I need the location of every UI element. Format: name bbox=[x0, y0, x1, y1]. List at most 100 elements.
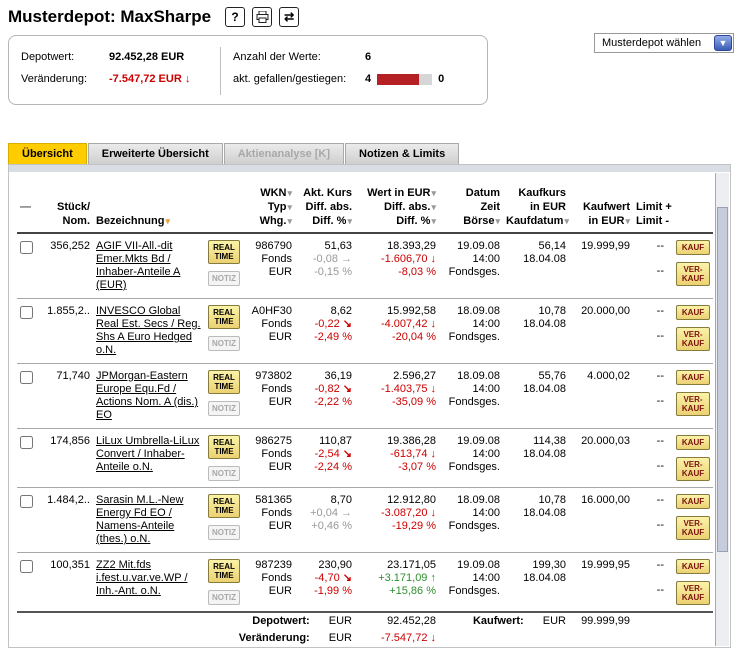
sort-arrow-icon[interactable]: ▾ bbox=[495, 216, 500, 226]
kaufwert-cell: 20.000,03 bbox=[569, 428, 633, 488]
position-link[interactable]: INVESCO Global Real Est. Secs / Reg. Shs… bbox=[96, 305, 201, 356]
datum-cell: 18.09.08 14:00 Fondsges. bbox=[439, 487, 503, 553]
depot-select[interactable]: Musterdepot wählen ▼ bbox=[594, 33, 734, 53]
wkn-cell: 581365 Fonds EUR bbox=[245, 487, 295, 553]
tab-notizen-limits[interactable]: Notizen & Limits bbox=[345, 143, 460, 164]
column-header-datum[interactable]: Datum Zeit Börse▾ bbox=[439, 184, 503, 234]
chevron-down-icon[interactable]: ▼ bbox=[714, 35, 732, 51]
row-checkbox[interactable] bbox=[20, 495, 33, 508]
column-header-name[interactable]: Bezeichnung▾ bbox=[93, 184, 205, 234]
kaufkurs-cell: 10,78 18.04.08 bbox=[503, 487, 569, 553]
kauf-button[interactable]: KAUF bbox=[676, 494, 710, 509]
column-header-btn bbox=[205, 184, 245, 234]
header-label: Kaufwert bbox=[582, 201, 630, 213]
sort-arrow-icon[interactable]: ▾ bbox=[625, 216, 630, 226]
quantity-cell: 1.855,2.. bbox=[41, 298, 93, 364]
tab-erweiterte-uebersicht[interactable]: Erweiterte Übersicht bbox=[87, 143, 223, 164]
notiz-button[interactable]: NOTIZ bbox=[208, 590, 240, 605]
verkauf-button[interactable]: VER- KAUF bbox=[676, 457, 710, 481]
column-header-wert[interactable]: Wert in EUR▾ Diff. abs.▾ Diff. %▾ bbox=[355, 184, 439, 234]
kaufwert-cell: 19.999,99 bbox=[569, 233, 633, 299]
realtime-button[interactable]: REAL TIME bbox=[208, 494, 240, 518]
position-link[interactable]: JPMorgan-Eastern Europe Equ.Fd / Actions… bbox=[96, 370, 198, 421]
sort-arrow-icon[interactable]: ▾ bbox=[287, 216, 292, 226]
name-cell: JPMorgan-Eastern Europe Equ.Fd / Actions… bbox=[93, 363, 205, 429]
wkn-cell: A0HF30 Fonds EUR bbox=[245, 298, 295, 364]
position-link[interactable]: AGIF VII-All.-dit Emer.Mkts Bd / Inhaber… bbox=[96, 240, 180, 291]
notiz-button[interactable]: NOTIZ bbox=[208, 336, 240, 351]
anzahl-label: Anzahl der Werte: bbox=[233, 51, 321, 63]
sort-arrow-icon[interactable]: ▾ bbox=[347, 216, 352, 226]
refresh-icon[interactable]: ⇄ bbox=[279, 7, 300, 27]
kauf-button[interactable]: KAUF bbox=[676, 305, 710, 320]
column-header-kaufwert[interactable]: Kaufwert in EUR▾ bbox=[569, 184, 633, 234]
verkauf-button[interactable]: VER- KAUF bbox=[676, 516, 710, 540]
trend-arrow-icon: ↘ bbox=[342, 318, 352, 330]
position-link[interactable]: Sarasin M.L.-New Energy Fd EO / Namens-A… bbox=[96, 494, 183, 545]
notiz-button[interactable]: NOTIZ bbox=[208, 525, 240, 540]
kaufwert-cell: 19.999,95 bbox=[569, 552, 633, 613]
tab-uebersicht[interactable]: Übersicht bbox=[8, 143, 87, 164]
kauf-button[interactable]: KAUF bbox=[676, 370, 710, 385]
bar-grey-segment bbox=[419, 73, 433, 85]
row-checkbox[interactable] bbox=[20, 560, 33, 573]
realtime-button[interactable]: REAL TIME bbox=[208, 240, 240, 264]
vertical-scrollbar[interactable] bbox=[715, 173, 729, 646]
column-header-kurs[interactable]: Akt. Kurs Diff. abs. Diff. %▾ bbox=[295, 184, 355, 234]
verkauf-button[interactable]: VER- KAUF bbox=[676, 327, 710, 351]
scrollbar-thumb[interactable] bbox=[717, 207, 728, 552]
order-buttons-cell: KAUF VER- KAUF bbox=[667, 298, 713, 364]
realtime-button[interactable]: REAL TIME bbox=[208, 370, 240, 394]
realtime-button[interactable]: REAL TIME bbox=[208, 435, 240, 459]
notiz-button[interactable]: NOTIZ bbox=[208, 271, 240, 286]
printer-glyph bbox=[256, 11, 269, 23]
kaufkurs-cell: 10,78 18.04.08 bbox=[503, 298, 569, 364]
sort-arrow-icon[interactable]: ▾ bbox=[564, 216, 569, 226]
row-checkbox[interactable] bbox=[20, 371, 33, 384]
row-checkbox[interactable] bbox=[20, 241, 33, 254]
realtime-button[interactable]: REAL TIME bbox=[208, 305, 240, 329]
notiz-button[interactable]: NOTIZ bbox=[208, 401, 240, 416]
sort-arrow-icon[interactable]: ▾ bbox=[287, 188, 292, 198]
print-icon[interactable] bbox=[252, 7, 273, 27]
kauf-button[interactable]: KAUF bbox=[676, 559, 710, 574]
header-label: Bezeichnung bbox=[96, 215, 165, 227]
table-row: 1.855,2.. INVESCO Global Real Est. Secs … bbox=[17, 298, 713, 364]
column-header-kaufkurs[interactable]: Kaufkurs in EUR Kaufdatum▾ bbox=[503, 184, 569, 234]
wert-cell: 2.596,27 -1.403,75 ↓ -35,09 % bbox=[355, 363, 439, 429]
name-cell: INVESCO Global Real Est. Secs / Reg. Shs… bbox=[93, 298, 205, 364]
sort-arrow-icon[interactable]: ▾ bbox=[431, 216, 436, 226]
help-icon[interactable]: ? bbox=[225, 7, 246, 27]
realtime-button[interactable]: REAL TIME bbox=[208, 559, 240, 583]
tab-aktienanalyse: Aktienanalyse [K] bbox=[223, 143, 345, 164]
sort-arrow-icon[interactable]: ▾ bbox=[287, 202, 292, 212]
veraenderung-value: -7.547,72 EUR ↓ bbox=[109, 73, 191, 85]
trend-arrow-icon: ↘ bbox=[342, 572, 352, 584]
notiz-button[interactable]: NOTIZ bbox=[208, 466, 240, 481]
header-label: Diff. abs. bbox=[384, 201, 431, 213]
footer-kaufwert-value: 99.999,99 bbox=[581, 615, 630, 627]
footer-depotwert-currency: EUR bbox=[328, 615, 352, 627]
header-label: Limit + bbox=[636, 201, 672, 213]
kauf-button[interactable]: KAUF bbox=[676, 240, 710, 255]
kaufkurs-cell: 114,38 18.04.08 bbox=[503, 428, 569, 488]
sort-arrow-icon[interactable]: ▾ bbox=[165, 216, 170, 226]
header-label: Datum bbox=[465, 187, 500, 199]
kurs-cell: 8,70 +0,04 → +0,46 % bbox=[295, 487, 355, 553]
row-checkbox[interactable] bbox=[20, 306, 33, 319]
header-label: Diff. abs. bbox=[305, 201, 352, 213]
verkauf-button[interactable]: VER- KAUF bbox=[676, 392, 710, 416]
verkauf-button[interactable]: VER- KAUF bbox=[676, 262, 710, 286]
kauf-button[interactable]: KAUF bbox=[676, 435, 710, 450]
trend-arrow-icon: → bbox=[341, 507, 352, 519]
sort-arrow-icon[interactable]: ▾ bbox=[431, 202, 436, 212]
sort-arrow-icon[interactable]: ▾ bbox=[431, 188, 436, 198]
verkauf-button[interactable]: VER- KAUF bbox=[676, 581, 710, 605]
row-checkbox[interactable] bbox=[20, 436, 33, 449]
column-header-wkn[interactable]: WKN▾ Typ▾ Whg.▾ bbox=[245, 184, 295, 234]
wert-cell: 23.171,05 +3.171,09 ↑ +15,86 % bbox=[355, 552, 439, 613]
position-link[interactable]: LiLux Umbrella-LiLux Convert / Inhaber-A… bbox=[96, 435, 199, 473]
position-link[interactable]: ZZ2 Mit.fds i.fest.u.var.ve.WP / Inh.-An… bbox=[96, 559, 188, 597]
footer-depotwert-value: 92.452,28 bbox=[387, 615, 436, 627]
gefallen-count: 4 bbox=[365, 73, 372, 85]
